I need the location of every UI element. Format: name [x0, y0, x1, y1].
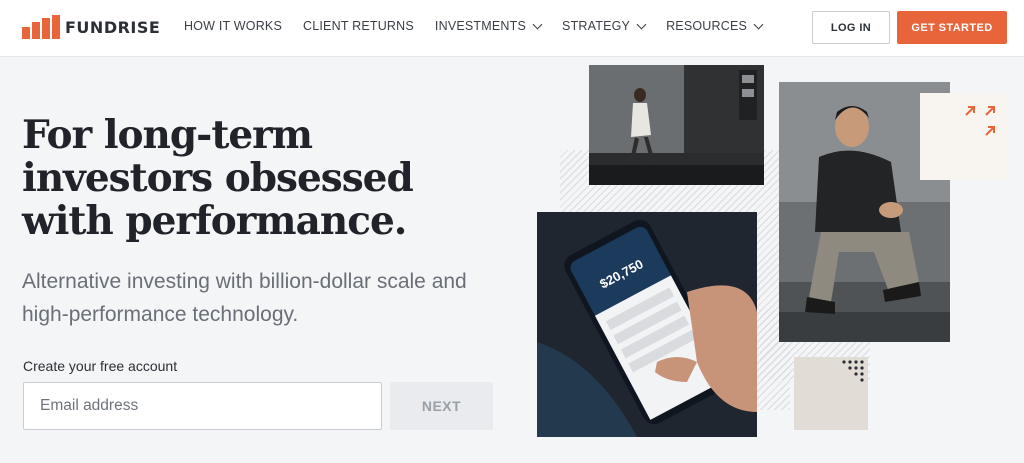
photo-phone-in-hand: $20,750	[537, 212, 757, 437]
photo-woman-walking	[589, 65, 764, 185]
nav-item-label: INVESTMENTS	[434, 19, 527, 33]
nav-investments[interactable]: INVESTMENTS	[434, 19, 543, 33]
chevron-down-icon	[636, 19, 647, 29]
dots-card	[794, 357, 868, 430]
nav-item-label: HOW IT WORKS	[184, 19, 282, 33]
login-button[interactable]: LOG IN	[812, 11, 890, 44]
site-header: FUNDRISE HOW IT WORKS CLIENT RETURNS INV…	[0, 0, 1024, 57]
expand-arrows-icon	[965, 106, 995, 136]
get-started-button[interactable]: GET STARTED	[897, 11, 1007, 44]
signup-form-label: Create your free account	[23, 358, 178, 374]
expand-card	[920, 93, 1008, 180]
next-button[interactable]: NEXT	[390, 382, 493, 430]
chevron-down-icon	[753, 19, 764, 29]
logo-buildings-icon	[22, 15, 60, 39]
chevron-down-icon	[532, 19, 543, 29]
nav-item-label: CLIENT RETURNS	[303, 19, 414, 33]
nav-how-it-works[interactable]: HOW IT WORKS	[184, 19, 282, 33]
dots-grid-icon	[842, 360, 864, 382]
hero-subhead: Alternative investing with billion-dolla…	[22, 270, 467, 326]
nav-client-returns[interactable]: CLIENT RETURNS	[303, 19, 414, 33]
nav-item-label: RESOURCES	[666, 19, 748, 33]
nav-item-label: STRATEGY	[562, 19, 631, 33]
nav-strategy[interactable]: STRATEGY	[562, 19, 647, 33]
main-nav: HOW IT WORKS CLIENT RETURNS INVESTMENTS …	[184, 19, 783, 33]
fundrise-logo[interactable]: FUNDRISE	[22, 15, 160, 39]
nav-resources[interactable]: RESOURCES	[666, 19, 764, 33]
email-input[interactable]	[23, 382, 382, 430]
logo-wordmark: FUNDRISE	[65, 17, 161, 37]
hero-headline: For long-term investors obsessed with pe…	[22, 112, 414, 244]
